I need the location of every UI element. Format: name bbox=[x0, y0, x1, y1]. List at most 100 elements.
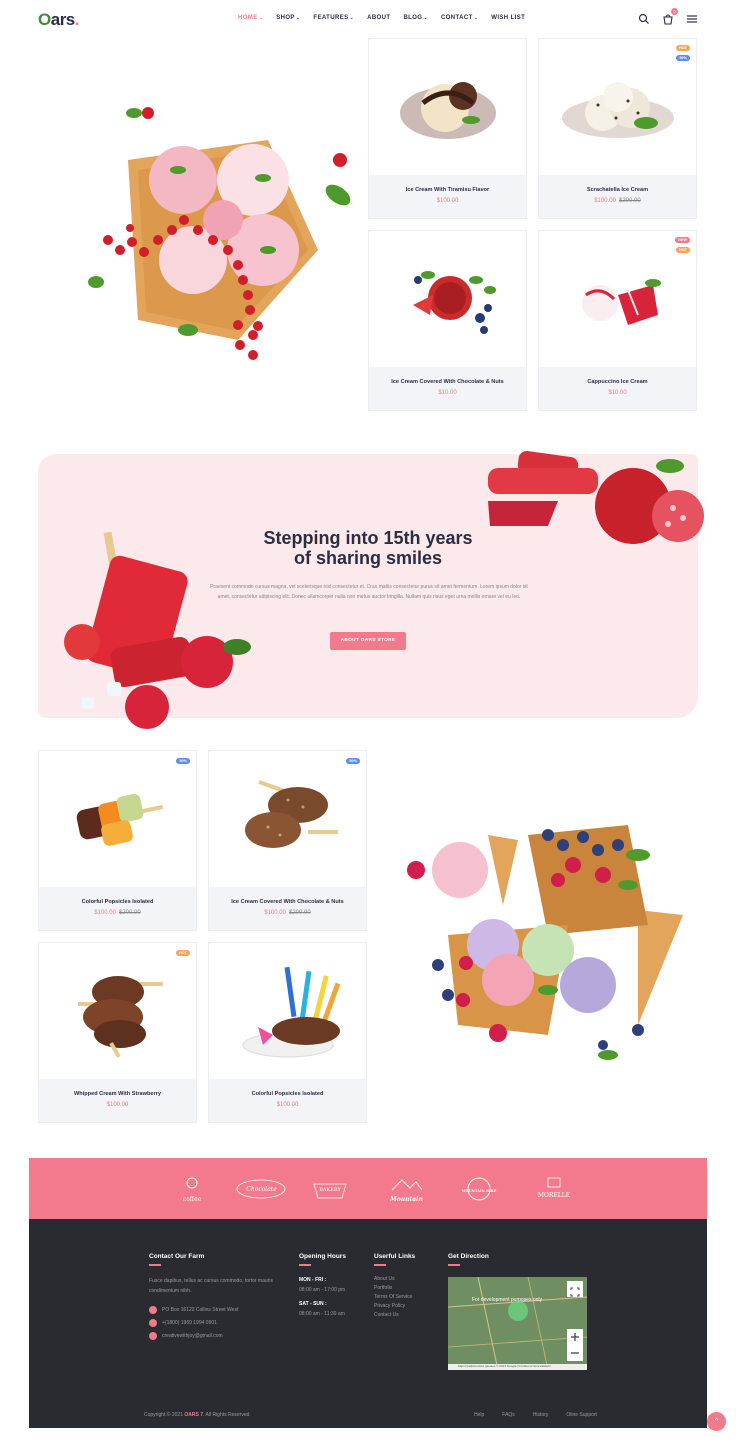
product-current-price: $100.00 bbox=[436, 198, 459, 204]
email-icon bbox=[149, 1332, 157, 1340]
scroll-to-top-button[interactable]: ⌃ bbox=[707, 1412, 726, 1431]
product-price: $100.00 $200.00 bbox=[209, 910, 366, 916]
footer-link[interactable]: About Us bbox=[374, 1275, 412, 1284]
footer-phone[interactable]: +(1800) 1969 1994 0901 bbox=[149, 1319, 217, 1327]
footer-link[interactable]: Privacy Policy bbox=[374, 1302, 412, 1311]
footer-direction-title: Get Direction bbox=[448, 1253, 489, 1260]
story-paragraph: Praesent commodo cursus magna, vel scele… bbox=[210, 584, 528, 600]
site-logo[interactable]: Oars. bbox=[38, 10, 80, 30]
product-price: $10.00 bbox=[369, 390, 526, 396]
chevron-down-icon: ⌄ bbox=[473, 15, 479, 21]
nav-contact-label: CONTACT bbox=[440, 15, 473, 21]
product-image[interactable] bbox=[209, 943, 366, 1080]
logo-text: ars bbox=[50, 10, 76, 29]
google-map[interactable]: For development purposes only Картографи… bbox=[448, 1277, 587, 1370]
product-card[interactable]: Colorful Popsicles Isolated $100.00 bbox=[208, 942, 367, 1123]
nav-blog[interactable]: BLOG⌄ bbox=[403, 15, 428, 21]
nav-wishlist-label: WISH LIST bbox=[491, 15, 526, 21]
location-icon bbox=[149, 1306, 157, 1314]
brand-logo[interactable]: coffee bbox=[167, 1176, 217, 1203]
menu-icon[interactable] bbox=[686, 12, 698, 24]
footer-link[interactable]: Portfolio bbox=[374, 1284, 412, 1293]
product-name[interactable]: Scrachatella Ice Cream bbox=[539, 187, 696, 193]
footer-link[interactable]: Contact Us bbox=[374, 1311, 412, 1320]
zoom-out-icon[interactable] bbox=[567, 1345, 583, 1361]
fullscreen-icon[interactable] bbox=[570, 1284, 580, 1297]
footer-support-link[interactable]: Oline Support bbox=[566, 1412, 597, 1418]
brand-logo[interactable]: Chocolate bbox=[234, 1176, 289, 1199]
story-title-line-1: Stepping into 15th years bbox=[263, 528, 473, 548]
product-name[interactable]: Ice Cream Covered With Chocolate & Nuts bbox=[209, 899, 366, 905]
footer-title-underline bbox=[374, 1264, 386, 1266]
product-name[interactable]: Colorful Popsicles Isolated bbox=[39, 899, 196, 905]
footer-history-link[interactable]: History bbox=[533, 1412, 549, 1418]
product-price: $10.00 bbox=[539, 390, 696, 396]
product-image[interactable] bbox=[209, 751, 366, 888]
footer-help-link[interactable]: Help bbox=[474, 1412, 484, 1418]
brand-logo[interactable]: MORELLE bbox=[530, 1176, 578, 1199]
product-card[interactable]: HOT Whipped Cream With Strawberry $100.0… bbox=[38, 942, 197, 1123]
nav-contact[interactable]: CONTACT⌄ bbox=[441, 15, 478, 21]
footer-hours-weekdays: MON - FRI : 08:00 am - 17:00 pm bbox=[299, 1275, 345, 1295]
story-title-line-2: of sharing smiles bbox=[293, 548, 443, 568]
product-card[interactable]: 50% Ice Cream Covered With Chocolate & N… bbox=[208, 750, 367, 931]
footer-link[interactable]: Terms Of Service bbox=[374, 1293, 412, 1302]
copyright-text: Copyright © 2021 OARS 7. All Rights Rese… bbox=[144, 1412, 249, 1418]
footer-hours-title: Opening Hours bbox=[299, 1253, 346, 1260]
product-image[interactable] bbox=[39, 943, 196, 1080]
weekdays-hours: 08:00 am - 17:00 pm bbox=[299, 1287, 346, 1293]
footer-address-text: PO Box 16122 Collins Street West bbox=[162, 1307, 239, 1313]
header-actions: 0 bbox=[638, 8, 698, 25]
product-current-price: $100.00 bbox=[94, 910, 116, 916]
product-image[interactable] bbox=[539, 39, 696, 176]
product-price: $100.00 $200.00 bbox=[39, 910, 196, 916]
product-image[interactable] bbox=[369, 231, 526, 368]
about-store-button[interactable]: ABOUT OARS STORE bbox=[330, 632, 406, 650]
hero-ice-cream-image bbox=[68, 100, 358, 370]
product-name[interactable]: Whipped Cream With Strawberry bbox=[39, 1091, 196, 1097]
product-image[interactable] bbox=[39, 751, 196, 888]
product-info: Ice Cream With Tiramisu Flavor $100.00 bbox=[369, 175, 526, 218]
logo-dot: . bbox=[74, 10, 80, 29]
search-icon[interactable] bbox=[638, 12, 650, 24]
product-image[interactable] bbox=[539, 231, 696, 368]
nav-home-label: HOME bbox=[238, 15, 258, 21]
brand-logo[interactable]: BAKERY bbox=[310, 1176, 350, 1199]
nav-home[interactable]: HOME⌄ bbox=[238, 15, 263, 21]
product-card[interactable]: Ice Cream With Tiramisu Flavor $100.00 bbox=[368, 38, 527, 219]
site-header: Oars. HOME⌄ SHOP⌄ FEATURES⌄ ABOUT BLOG⌄ … bbox=[0, 0, 736, 38]
product-card[interactable]: NEW HOT Cappuccino Ice Cream $10.00 bbox=[538, 230, 697, 411]
product-card[interactable]: 50% Colorful Popsicles Isolated $100.00 $… bbox=[38, 750, 197, 931]
product-name[interactable]: Ice Cream Covered With Chocolate & Nuts bbox=[369, 379, 526, 385]
nav-about[interactable]: ABOUT bbox=[367, 15, 390, 21]
product-image[interactable] bbox=[369, 39, 526, 176]
copyright-suffix: . All Rights Reserved bbox=[203, 1412, 250, 1418]
brand-logo[interactable]: MOUNTAIN BIKE bbox=[457, 1176, 501, 1201]
cart-icon[interactable]: 0 bbox=[662, 8, 678, 25]
footer-bottom-links: Help FAQs History Oline Support bbox=[474, 1412, 597, 1418]
product-info: Colorful Popsicles Isolated $100.00 $200.… bbox=[39, 887, 196, 930]
footer-email[interactable]: creativewithjoy@gmail.com bbox=[149, 1332, 223, 1340]
zoom-in-icon[interactable] bbox=[567, 1329, 583, 1345]
weekend-label: SAT - SUN : bbox=[299, 1301, 327, 1307]
nav-wishlist[interactable]: WISH LIST bbox=[491, 15, 525, 21]
copyright-brand[interactable]: OARS 7 bbox=[184, 1412, 203, 1418]
nav-shop[interactable]: SHOP⌄ bbox=[276, 15, 300, 21]
product-card[interactable]: HOT 50% Scrachatella Ice Cream $100.00 $2… bbox=[538, 38, 697, 219]
nav-features[interactable]: FEATURES⌄ bbox=[313, 15, 354, 21]
product-price: $100.00 bbox=[369, 198, 526, 204]
product-name[interactable]: Ice Cream With Tiramisu Flavor bbox=[369, 187, 526, 193]
product-name[interactable]: Cappuccino Ice Cream bbox=[539, 379, 696, 385]
product-card[interactable]: Ice Cream Covered With Chocolate & Nuts … bbox=[368, 230, 527, 411]
footer-links-list: About Us Portfolio Terms Of Service Priv… bbox=[374, 1275, 412, 1320]
footer-faqs-link[interactable]: FAQs bbox=[502, 1412, 515, 1418]
product-info: Cappuccino Ice Cream $10.00 bbox=[539, 367, 696, 410]
product-info: Scrachatella Ice Cream $100.00 $200.00 bbox=[539, 175, 696, 218]
brand-logo[interactable]: Mountain bbox=[384, 1176, 429, 1203]
product-info: Colorful Popsicles Isolated $100.00 bbox=[209, 1079, 366, 1122]
chevron-down-icon: ⌄ bbox=[423, 15, 428, 21]
arrow-up-icon: ⌃ bbox=[713, 1417, 720, 1426]
product-name[interactable]: Colorful Popsicles Isolated bbox=[209, 1091, 366, 1097]
product-current-price: $100.00 bbox=[276, 1102, 299, 1108]
product-price: $100.00 bbox=[209, 1102, 366, 1108]
